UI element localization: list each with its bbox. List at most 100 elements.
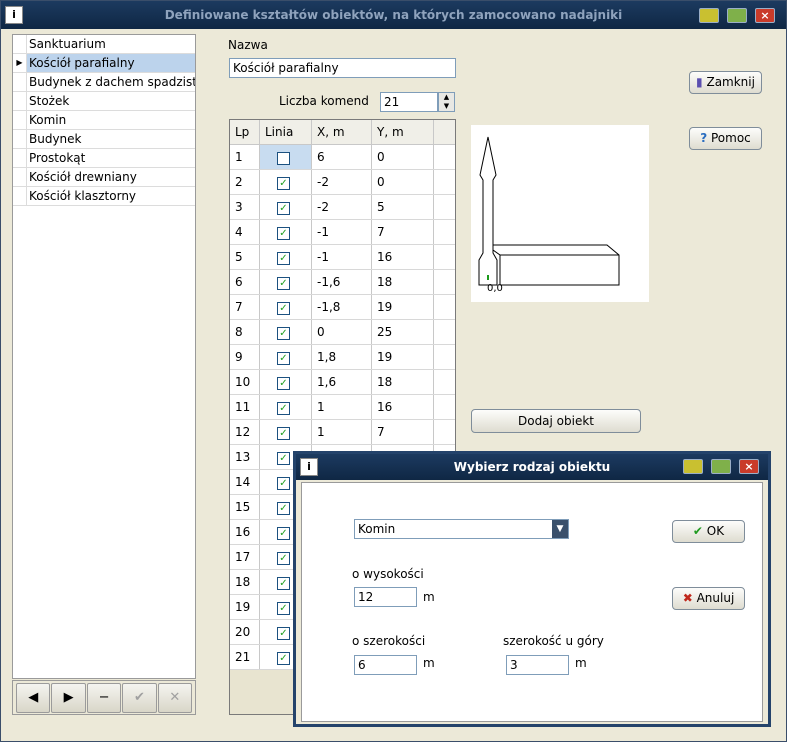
cell-x[interactable]: 6 [312, 145, 372, 169]
row-marker [13, 92, 27, 110]
list-item[interactable]: Komin [13, 111, 195, 130]
line-checkbox[interactable]: ✓ [277, 327, 290, 340]
cancel-icon[interactable]: ✕ [157, 683, 193, 713]
minimize-button[interactable] [699, 8, 719, 23]
line-checkbox[interactable]: ✓ [277, 602, 290, 615]
object-type-value: Komin [358, 522, 396, 536]
chevron-down-icon[interactable]: ▼ [552, 520, 568, 538]
list-item[interactable]: Stożek [13, 92, 195, 111]
cell-x[interactable]: -2 [312, 170, 372, 194]
top-width-input[interactable]: 3 [506, 655, 569, 675]
cell-x[interactable]: -1,6 [312, 270, 372, 294]
line-checkbox[interactable]: ✓ [277, 452, 290, 465]
list-item[interactable]: Kościół drewniany [13, 168, 195, 187]
table-row[interactable]: 4 ✓ -1 7 [230, 220, 455, 245]
add-object-button[interactable]: Dodaj obiekt [471, 409, 641, 433]
line-checkbox[interactable]: ✓ [277, 502, 290, 515]
header-y: Y, m [372, 120, 434, 144]
close-button[interactable]: ▮ Zamknij [689, 71, 762, 94]
help-button[interactable]: ? Pomoc [689, 127, 762, 150]
count-input[interactable]: 21 [380, 92, 438, 112]
cell-y[interactable]: 16 [372, 395, 434, 419]
confirm-icon[interactable]: ✔ [122, 683, 157, 713]
name-input[interactable]: Kościół parafialny [229, 58, 456, 78]
ok-button[interactable]: ✔ OK [672, 520, 745, 543]
cell-y[interactable]: 0 [372, 170, 434, 194]
table-row[interactable]: 11 ✓ 1 16 [230, 395, 455, 420]
cell-y[interactable]: 5 [372, 195, 434, 219]
list-item[interactable]: Budynek [13, 130, 195, 149]
table-row[interactable]: 2 ✓ -2 0 [230, 170, 455, 195]
prev-icon[interactable]: ◀ [16, 683, 51, 713]
list-item[interactable]: ▶ Kościół parafialny [13, 54, 195, 73]
table-row[interactable]: 10 ✓ 1,6 18 [230, 370, 455, 395]
cell-y[interactable]: 7 [372, 220, 434, 244]
line-checkbox[interactable]: ✓ [277, 302, 290, 315]
cell-y[interactable]: 19 [372, 295, 434, 319]
table-row[interactable]: 1 ✓ 60 [230, 145, 455, 170]
cell-x[interactable]: -1 [312, 220, 372, 244]
count-spinner[interactable]: ▲ ▼ [438, 92, 455, 112]
cell-x[interactable]: 1 [312, 395, 372, 419]
maximize-button[interactable] [727, 8, 747, 23]
line-checkbox[interactable]: ✓ [277, 227, 290, 240]
table-row[interactable]: 7 ✓ -1,8 19 [230, 295, 455, 320]
cell-x[interactable]: 1,6 [312, 370, 372, 394]
line-checkbox[interactable]: ✓ [277, 352, 290, 365]
line-checkbox[interactable]: ✓ [277, 627, 290, 640]
line-checkbox[interactable]: ✓ [277, 252, 290, 265]
table-row[interactable]: 9 ✓ 1,8 19 [230, 345, 455, 370]
dialog-body: Komin ▼ o wysokości 12 m o szerokości 6 … [301, 482, 763, 722]
dialog-maximize-button[interactable] [711, 459, 731, 474]
cell-x[interactable]: -1 [312, 245, 372, 269]
line-checkbox[interactable]: ✓ [277, 527, 290, 540]
object-type-select[interactable]: Komin ▼ [354, 519, 569, 539]
cell-y[interactable]: 0 [372, 145, 434, 169]
list-item[interactable]: Budynek z dachem spadzistym [13, 73, 195, 92]
line-checkbox[interactable]: ✓ [277, 402, 290, 415]
cell-x[interactable]: -2 [312, 195, 372, 219]
row-marker [13, 187, 27, 205]
table-row[interactable]: 12 ✓ 1 7 [230, 420, 455, 445]
next-icon[interactable]: ▶ [51, 683, 86, 713]
door-icon: ▮ [696, 75, 703, 89]
table-row[interactable]: 3 ✓ -2 5 [230, 195, 455, 220]
table-row[interactable]: 6 ✓ -1,6 18 [230, 270, 455, 295]
table-row[interactable]: 5 ✓ -1 16 [230, 245, 455, 270]
list-item-label: Kościół drewniany [29, 170, 137, 184]
line-checkbox[interactable]: ✓ [277, 427, 290, 440]
line-checkbox[interactable]: ✓ [277, 177, 290, 190]
line-checkbox[interactable]: ✓ [277, 277, 290, 290]
list-item[interactable]: Sanktuarium [13, 35, 195, 54]
line-checkbox[interactable]: ✓ [277, 552, 290, 565]
table-row[interactable]: 8 ✓ 0 25 [230, 320, 455, 345]
cell-x[interactable]: -1,8 [312, 295, 372, 319]
list-item-label: Sanktuarium [29, 37, 106, 51]
dialog-close-button[interactable]: × [739, 459, 759, 474]
list-item[interactable]: Prostokąt [13, 149, 195, 168]
cell-y[interactable]: 18 [372, 370, 434, 394]
cell-y[interactable]: 25 [372, 320, 434, 344]
line-checkbox[interactable]: ✓ [277, 202, 290, 215]
cell-y[interactable]: 7 [372, 420, 434, 444]
line-checkbox[interactable]: ✓ [277, 652, 290, 665]
cell-x[interactable]: 0 [312, 320, 372, 344]
cell-x[interactable]: 1 [312, 420, 372, 444]
delete-icon[interactable]: − [86, 683, 122, 713]
list-item[interactable]: Kościół klasztorny [13, 187, 195, 206]
cancel-button[interactable]: ✖ Anuluj [672, 587, 745, 610]
line-checkbox[interactable]: ✓ [277, 477, 290, 490]
cell-y[interactable]: 19 [372, 345, 434, 369]
objects-list[interactable]: Sanktuarium ▶ Kościół parafialny Budynek z … [12, 34, 196, 679]
height-input[interactable]: 12 [354, 587, 417, 607]
cell-y[interactable]: 16 [372, 245, 434, 269]
line-checkbox[interactable]: ✓ [277, 577, 290, 590]
dialog-minimize-button[interactable] [683, 459, 703, 474]
width-input[interactable]: 6 [354, 655, 417, 675]
line-checkbox[interactable]: ✓ [277, 377, 290, 390]
line-checkbox[interactable]: ✓ [277, 152, 290, 165]
close-window-button[interactable]: × [755, 8, 775, 23]
cell-y[interactable]: 18 [372, 270, 434, 294]
cell-x[interactable]: 1,8 [312, 345, 372, 369]
row-marker [13, 149, 27, 167]
